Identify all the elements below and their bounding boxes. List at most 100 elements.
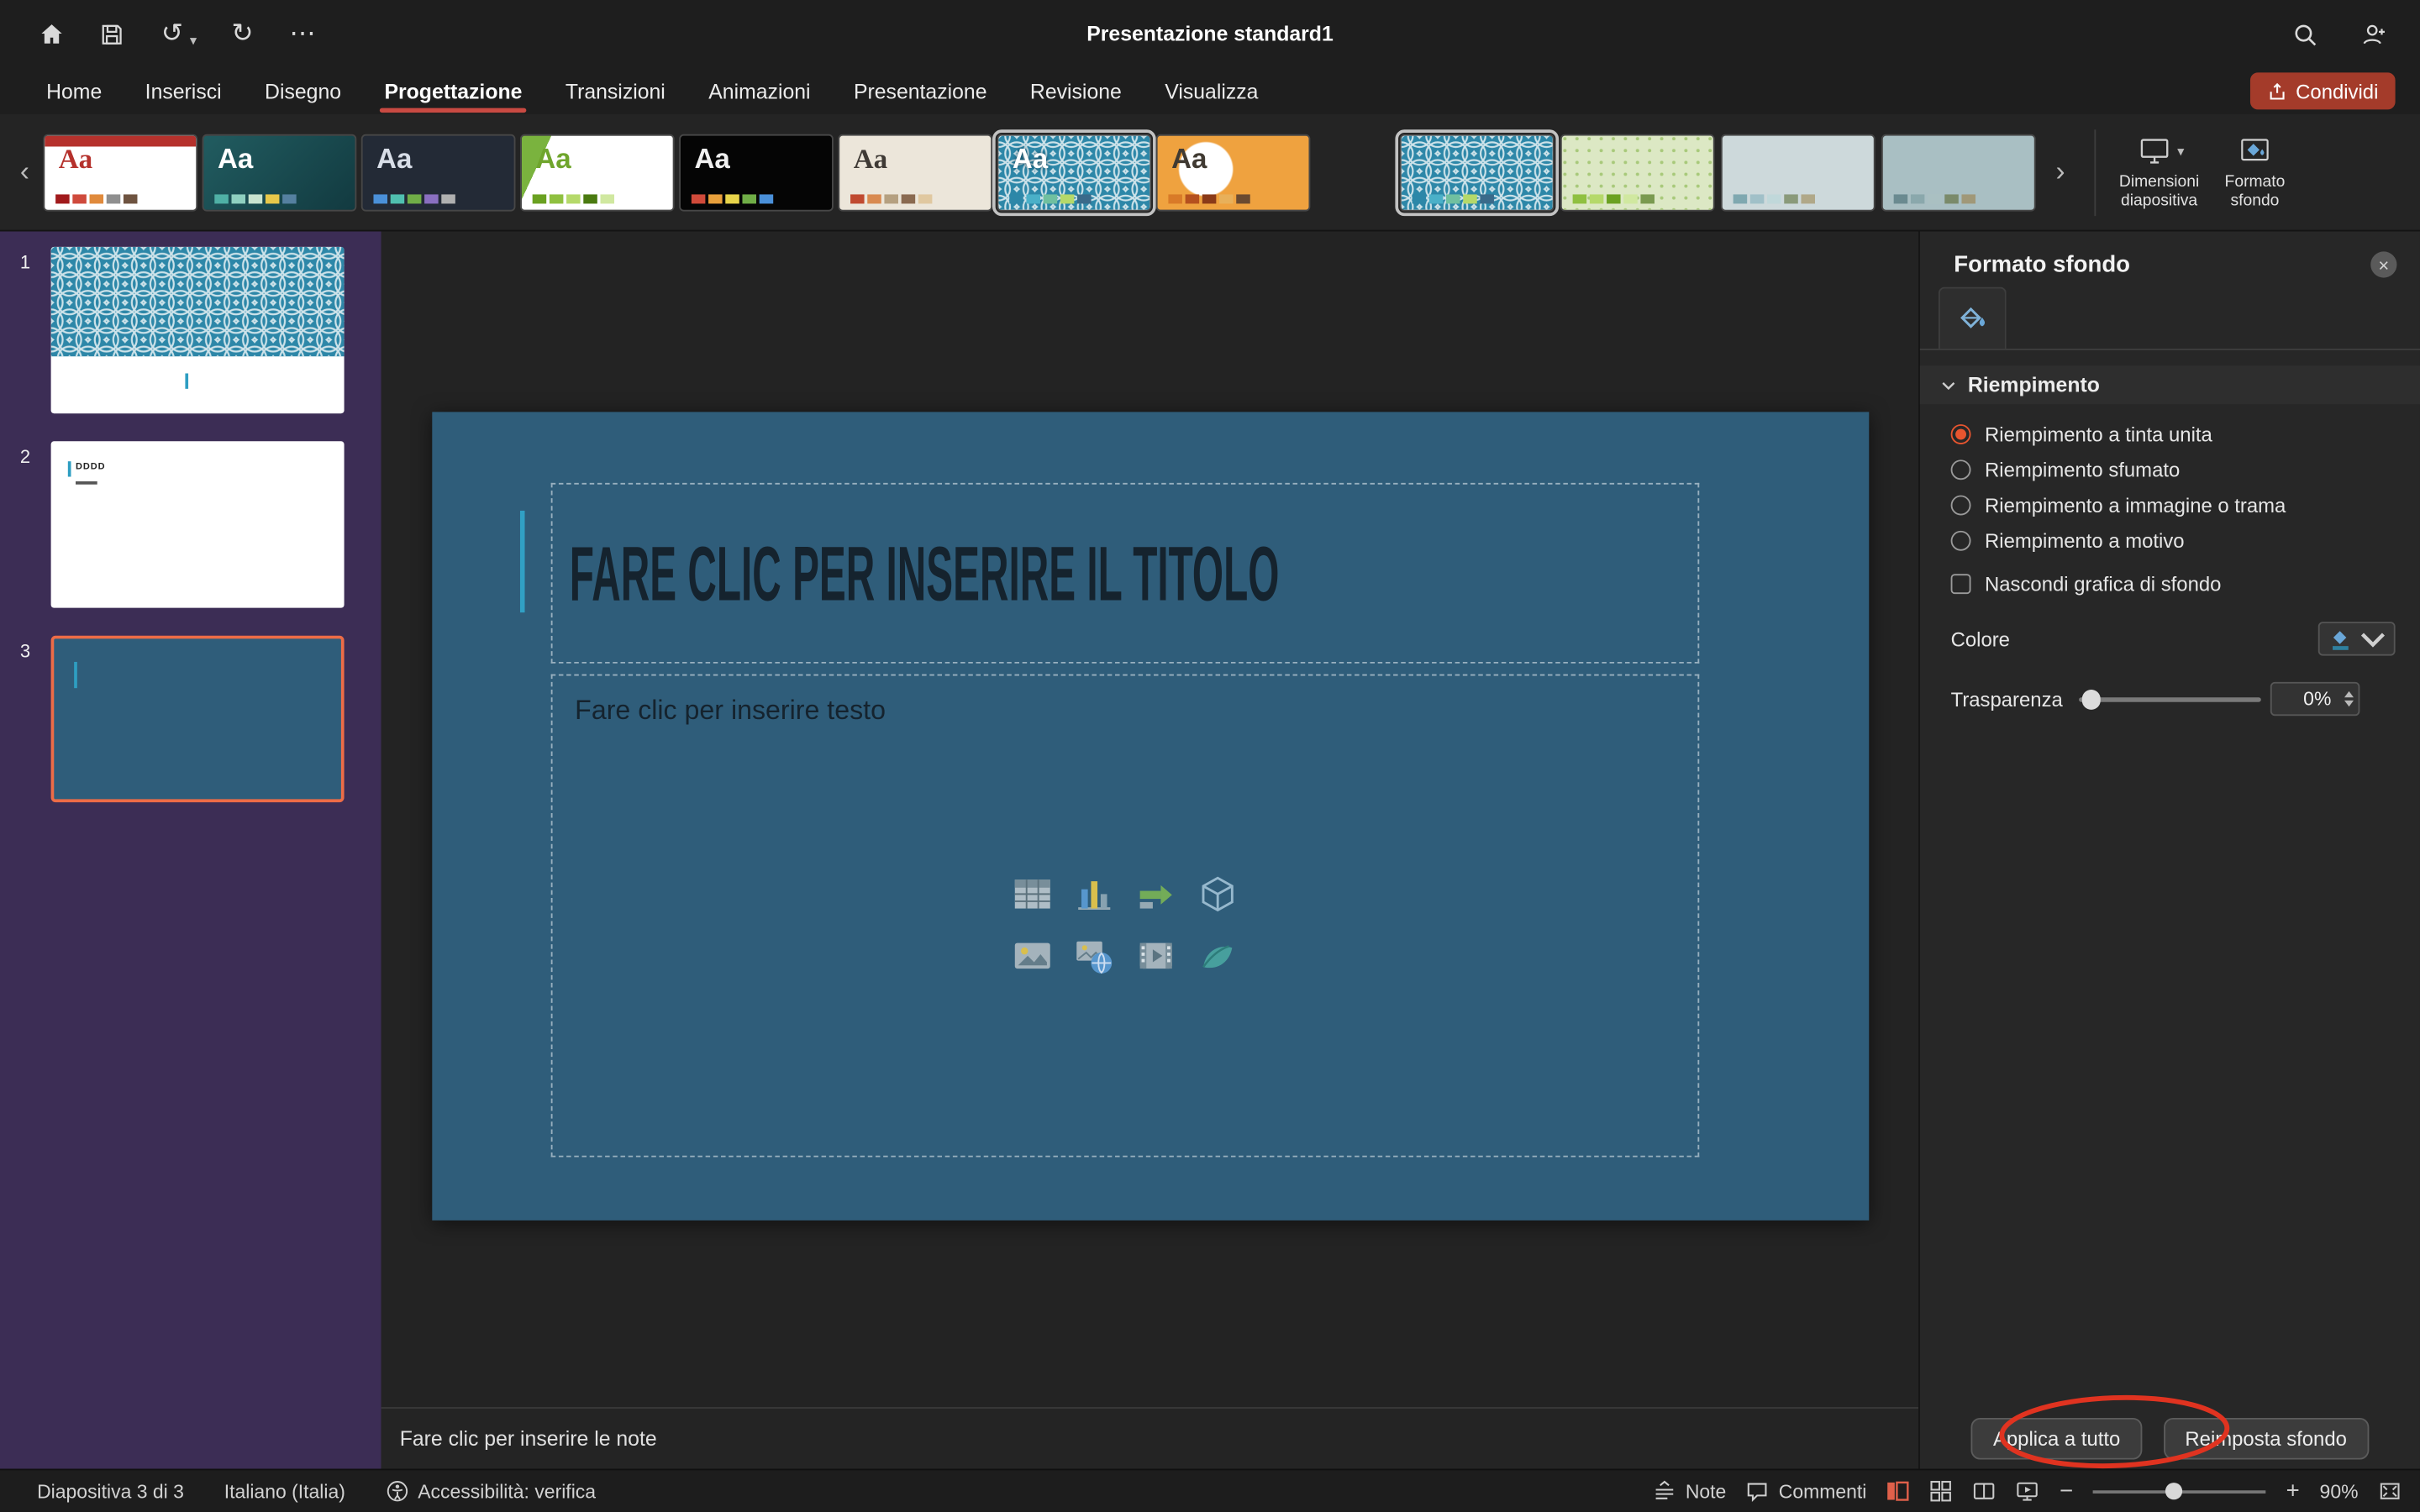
color-dropdown-icon[interactable] [2360,626,2386,652]
option-solid-fill[interactable]: Riempimento a tinta unita [1951,423,2420,446]
slide-1-thumbnail[interactable] [51,247,345,413]
comments-toggle[interactable]: Commenti [1746,1479,1866,1503]
format-background-button[interactable]: Formato sfondo [2207,134,2303,210]
zoom-out-icon[interactable]: − [2060,1478,2073,1504]
insert-online-picture-icon[interactable] [1073,935,1115,977]
fit-to-window-icon[interactable] [2378,1479,2402,1503]
home-icon[interactable] [37,19,66,49]
title-placeholder[interactable]: FARE CLIC PER INSERIRE IL TITOLO [550,483,1699,664]
tab-visualizza[interactable]: Visualizza [1144,71,1281,110]
close-icon[interactable]: × [2370,251,2396,277]
insert-chart-icon[interactable] [1073,874,1115,916]
account-icon[interactable] [2360,19,2389,49]
theme-thumbnail-2[interactable]: Aa [203,134,357,211]
transparency-slider[interactable] [2078,688,2260,710]
theme-thumbnail-7-current[interactable]: Aa [997,134,1152,211]
insert-table-icon[interactable] [1011,874,1053,916]
insert-video-icon[interactable] [1134,935,1176,977]
search-icon[interactable] [2291,19,2320,49]
undo-dropdown-icon[interactable]: ▾ [190,32,197,49]
slide-size-icon [2134,134,2175,168]
theme-thumbnail-5[interactable]: Aa [679,134,834,211]
insert-stock-icons-icon[interactable] [1196,935,1238,977]
variant-thumbnail-1-current[interactable] [1400,134,1555,211]
zoom-slider-thumb[interactable] [2165,1483,2182,1499]
hide-background-graphics[interactable]: Nascondi grafica di sfondo [1920,572,2420,596]
fill-color-button[interactable] [2318,622,2396,655]
zoom-percentage[interactable]: 90% [2320,1480,2359,1502]
option-gradient-fill[interactable]: Riempimento sfumato [1951,459,2420,482]
more-commands-icon[interactable]: ⋯ [288,19,318,49]
slide-3-thumbnail-selected[interactable] [51,636,345,802]
reset-background-button[interactable]: Reimposta sfondo [2164,1418,2369,1460]
insert-picture-icon[interactable] [1011,935,1053,977]
radio-icon[interactable] [1951,496,1971,516]
redo-icon[interactable]: ↻ [228,19,257,49]
title-placeholder-text: FARE CLIC PER INSERIRE IL TITOLO [569,528,1279,618]
fill-section-header[interactable]: Riempimento [1920,365,2420,404]
radio-icon[interactable] [1951,424,1971,444]
slideshow-icon[interactable] [2017,1479,2040,1503]
share-button[interactable]: Condividi [2249,72,2396,109]
theme-thumbnail-8[interactable]: Aa [1156,134,1311,211]
theme-aa-label: Aa [695,143,730,176]
stepper-up-icon[interactable] [2344,691,2353,697]
slider-track[interactable] [2078,697,2260,701]
variant-thumbnail-3[interactable] [1721,134,1876,211]
title-bar: ↺ ▾ ↻ ⋯ Presentazione standard1 [0,0,2420,68]
option-picture-fill[interactable]: Riempimento a immagine o trama [1951,494,2420,517]
notes-toggle-label: Note [1686,1480,1727,1502]
zoom-in-icon[interactable]: + [2286,1478,2300,1504]
slide-2-thumbnail[interactable]: DDDD [51,441,345,607]
transparency-value-input[interactable]: 0% [2270,682,2360,716]
transparency-stepper [2344,684,2353,715]
content-placeholder-text: Fare clic per inserire testo [575,695,886,727]
slide-number: 2 [0,441,51,607]
tab-disegno[interactable]: Disegno [243,71,362,110]
fill-tab[interactable] [1939,287,2007,349]
tab-progettazione[interactable]: Progettazione [363,71,544,110]
theme-thumbnail-3[interactable]: Aa [361,134,516,211]
gallery-next-icon[interactable]: › [2048,156,2072,189]
variant-thumbnail-4[interactable] [1881,134,2036,211]
insert-3d-model-icon[interactable] [1196,874,1238,916]
tab-revisione[interactable]: Revisione [1008,71,1143,110]
gallery-prev-icon[interactable]: ‹ [13,156,37,189]
document-title: Presentazione standard1 [1086,23,1334,46]
tab-presentazione[interactable]: Presentazione [832,71,1008,110]
insert-smartart-icon[interactable] [1134,874,1176,916]
radio-icon[interactable] [1951,459,1971,480]
panel-title: Formato sfondo [1954,251,2130,277]
tab-animazioni[interactable]: Animazioni [687,71,833,110]
slide-size-button[interactable]: ▾ Dimensioni diapositiva [2112,134,2207,210]
accessibility-status[interactable]: Accessibilità: verifica [386,1479,596,1503]
normal-view-icon[interactable] [1886,1479,1910,1503]
theme-thumbnail-4[interactable]: Aa [520,134,675,211]
zoom-slider[interactable] [2093,1481,2266,1501]
apply-to-all-button[interactable]: Applica a tutto [1971,1418,2142,1460]
slide-editing-surface[interactable]: FARE CLIC PER INSERIRE IL TITOLO Fare cl… [431,412,1868,1220]
theme-thumbnail-1[interactable]: Aa [43,134,197,211]
theme-thumbnail-6[interactable]: Aa [838,134,992,211]
notes-pane[interactable]: Fare clic per inserire le note [381,1407,1918,1468]
transparency-label: Trasparenza [1951,687,2063,711]
reading-view-icon[interactable] [1973,1479,1996,1503]
content-placeholder[interactable]: Fare clic per inserire testo [550,675,1699,1158]
tab-transizioni[interactable]: Transizioni [544,71,687,110]
transparency-value: 0% [2303,688,2331,710]
variant-thumbnail-2[interactable] [1560,134,1715,211]
language-indicator[interactable]: Italiano (Italia) [224,1480,345,1502]
checkbox-icon[interactable] [1951,574,1971,594]
slider-thumb[interactable] [2081,690,2101,709]
option-pattern-fill[interactable]: Riempimento a motivo [1951,529,2420,553]
save-icon[interactable] [97,19,127,49]
stepper-down-icon[interactable] [2344,701,2353,706]
notes-toggle[interactable]: Note [1653,1479,1726,1503]
status-bar: Diapositiva 3 di 3 Italiano (Italia) Acc… [0,1469,2420,1512]
radio-icon[interactable] [1951,531,1971,551]
title-accent-line [519,511,524,612]
undo-button[interactable]: ↺ ▾ [157,19,197,49]
tab-home[interactable]: Home [24,71,124,110]
tab-inserisci[interactable]: Inserisci [124,71,243,110]
slide-sorter-icon[interactable] [1930,1479,1954,1503]
